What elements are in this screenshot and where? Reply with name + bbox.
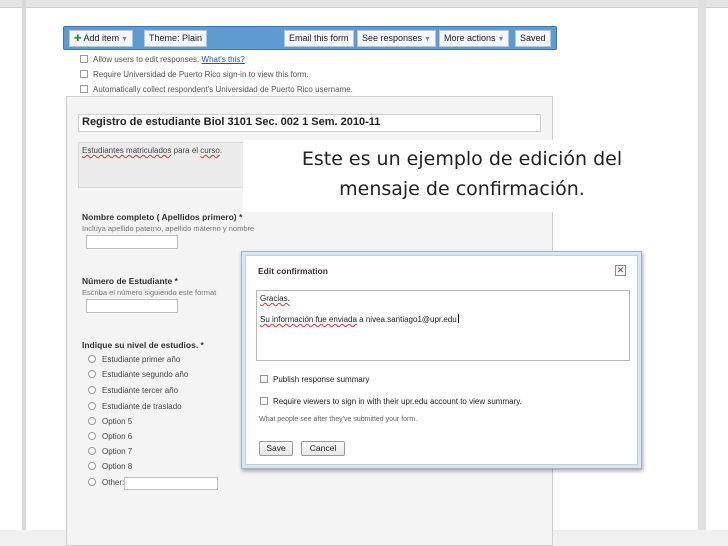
choice-option[interactable]: Option 7 (88, 447, 132, 456)
question-help: Incluya apellido paterno, apellido mater… (82, 224, 255, 233)
confirmation-text-line: Gracias. (260, 294, 290, 303)
choice-option[interactable]: Estudiante segundo año (88, 370, 188, 379)
radio-button[interactable] (88, 462, 96, 470)
other-input[interactable] (124, 477, 218, 490)
radio-button[interactable] (88, 447, 96, 455)
question-title: Nombre completo ( Apellidos primero) * (82, 212, 243, 222)
choice-option[interactable]: Estudiante de traslado (88, 402, 182, 411)
choice-option[interactable]: Estudiante tercer año (88, 386, 178, 395)
saved-button[interactable]: Saved (515, 30, 551, 47)
dialog-title: Edit confirmation (258, 266, 328, 276)
auto-collect-checkbox[interactable] (80, 85, 88, 93)
chevron-down-icon: ▼ (424, 36, 431, 43)
add-item-button[interactable]: ✚ Add item ▼ (69, 30, 134, 47)
text-cursor (457, 314, 459, 323)
dialog-help-text: What people see after they've submitted … (259, 416, 418, 423)
confirmation-message-textarea[interactable] (256, 290, 630, 361)
radio-button[interactable] (88, 370, 96, 378)
see-responses-button[interactable]: See responses ▼ (357, 30, 436, 47)
radio-button[interactable] (88, 402, 96, 410)
whats-this-link[interactable]: What's this? (202, 55, 245, 64)
require-signin-option: Require Universidad de Puerto Rico sign-… (80, 70, 309, 79)
form-description: Estudiantes matriculados para el curso. (82, 146, 223, 155)
top-strip (0, 0, 728, 8)
close-icon[interactable]: ✕ (615, 265, 626, 276)
choice-option-other[interactable]: Other: (88, 478, 124, 487)
require-viewers-checkbox[interactable] (260, 397, 268, 405)
student-number-input[interactable] (86, 299, 178, 313)
radio-button[interactable] (88, 355, 96, 363)
question-title: Número de Estudiante * (82, 276, 178, 286)
choice-option[interactable]: Option 8 (88, 462, 132, 471)
choice-option[interactable]: Option 5 (88, 417, 132, 426)
left-gutter (22, 0, 26, 546)
choice-option[interactable]: Estudiante primer año (88, 355, 180, 364)
chevron-down-icon: ▼ (121, 36, 129, 43)
radio-button[interactable] (88, 386, 96, 394)
radio-button[interactable] (88, 417, 96, 425)
choice-option[interactable]: Option 6 (88, 432, 132, 441)
form-toolbar: ✚ Add item ▼ Theme: Plain Email this form … (63, 26, 557, 50)
radio-button[interactable] (88, 432, 96, 440)
radio-button[interactable] (88, 478, 96, 486)
question-title: Indique su nivel de estudios. * (82, 340, 204, 350)
save-button[interactable]: Save (259, 441, 293, 456)
auto-collect-option: Automatically collect respondent's Unive… (80, 85, 353, 94)
caption-line: Este es un ejemplo de edición del (301, 148, 623, 170)
publish-summary-checkbox[interactable] (260, 375, 268, 383)
allow-edit-option: Allow users to edit responses. What's th… (80, 55, 245, 64)
question-help: Escriba el número siguiendo este format (82, 288, 217, 297)
right-gutter (698, 0, 706, 546)
name-input[interactable] (86, 235, 178, 249)
require-viewers-option[interactable]: Require viewers to sign in with their up… (260, 397, 522, 406)
plus-icon: ✚ (74, 33, 82, 43)
publish-summary-option[interactable]: Publish response summary (260, 375, 369, 384)
allow-edit-checkbox[interactable] (80, 55, 88, 63)
email-form-button[interactable]: Email this form (284, 30, 354, 47)
theme-button[interactable]: Theme: Plain (144, 30, 208, 47)
cancel-button[interactable]: Cancel (301, 441, 345, 456)
more-actions-button[interactable]: More actions ▼ (439, 30, 510, 47)
caption-overlay: Este es un ejemplo de edición del mensaj… (243, 140, 681, 212)
caption-line: mensaje de confirmación. (339, 178, 585, 200)
form-title: Registro de estudiante Biol 3101 Sec. 00… (82, 116, 381, 128)
require-signin-checkbox[interactable] (80, 70, 88, 78)
chevron-down-icon: ▼ (497, 36, 505, 43)
confirmation-text-line: Su información fue enviada a nivea.santi… (260, 314, 459, 324)
